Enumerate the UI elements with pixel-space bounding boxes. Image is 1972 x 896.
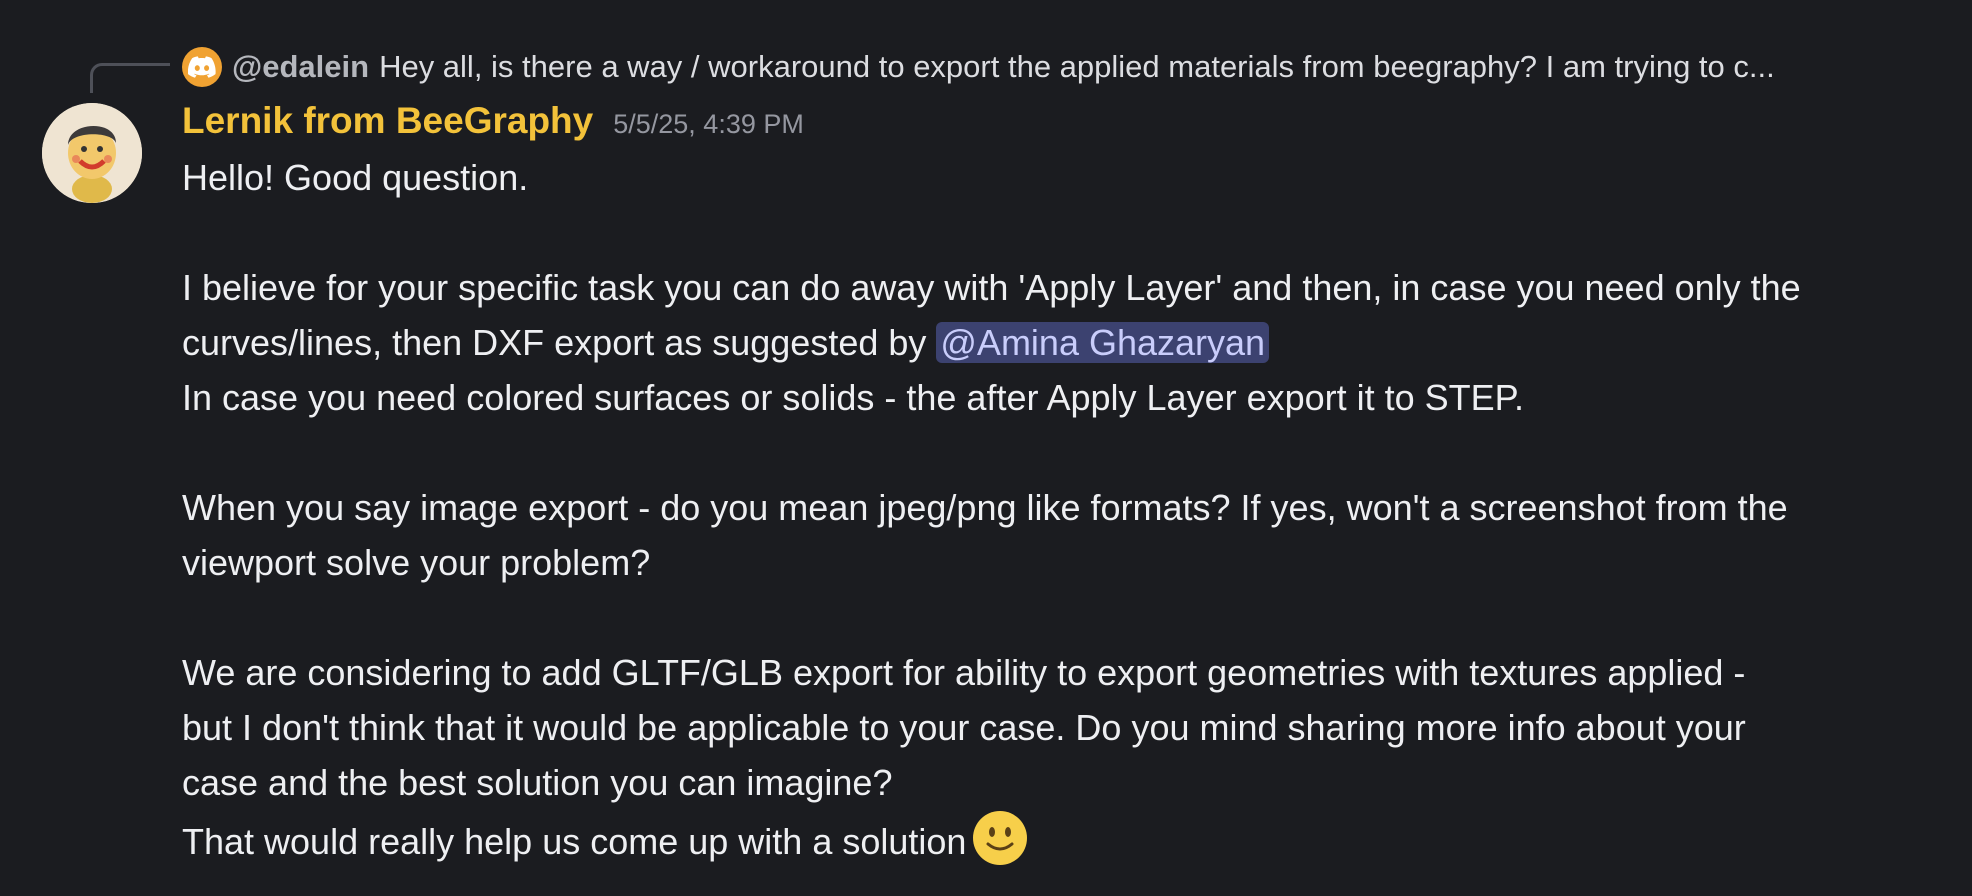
reply-author[interactable]: @edalein [232, 49, 369, 85]
message-line: In case you need colored surfaces or sol… [182, 377, 1525, 418]
message-text: curves/lines, then DXF export as suggest… [182, 322, 937, 363]
message-line-with-mention: curves/lines, then DXF export as suggest… [182, 315, 1922, 370]
message-line-with-emoji: That would really help us come up with a… [182, 810, 1922, 865]
message-body: Hello! Good question. I believe for your… [182, 150, 1922, 865]
message-line: I believe for your specific task you can… [182, 267, 1801, 308]
message-line: viewport solve your problem? [182, 542, 651, 583]
message-line: but I don't think that it would be appli… [182, 707, 1746, 748]
message-text: That would really help us come up with a… [182, 821, 967, 862]
reply-preview-text[interactable]: Hey all, is there a way / workaround to … [379, 49, 1775, 85]
discord-logo-icon [182, 47, 222, 87]
timestamp[interactable]: 5/5/25, 4:39 PM [613, 109, 804, 140]
message-header: Lernik from BeeGraphy 5/5/25, 4:39 PM [182, 100, 804, 152]
message-line: We are considering to add GLTF/GLB expor… [182, 652, 1746, 693]
author-name[interactable]: Lernik from BeeGraphy [182, 100, 593, 142]
reply-preview[interactable]: @edalein Hey all, is there a way / worka… [182, 44, 1902, 90]
slightly-smiling-face-icon[interactable] [972, 810, 1028, 866]
user-mention[interactable]: @Amina Ghazaryan [936, 322, 1270, 363]
reply-connector [90, 63, 170, 93]
message-line: Hello! Good question. [182, 157, 529, 198]
message-line: When you say image export - do you mean … [182, 487, 1788, 528]
message-line: case and the best solution you can imagi… [182, 762, 893, 803]
avatar[interactable] [42, 103, 142, 203]
